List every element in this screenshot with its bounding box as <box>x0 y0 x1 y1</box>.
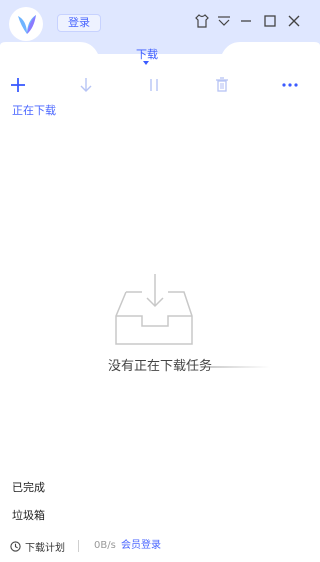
maximize-icon[interactable] <box>261 12 279 30</box>
download-plan-label: 下载计划 <box>25 542 65 554</box>
add-icon <box>11 78 25 92</box>
skin-icon[interactable] <box>193 12 211 30</box>
more-button[interactable] <box>281 76 299 94</box>
clock-icon <box>10 540 21 552</box>
member-login-link[interactable]: 会员登录 <box>121 539 161 553</box>
delete-button[interactable] <box>213 76 231 94</box>
tab-download[interactable]: 下载 <box>132 48 162 62</box>
pause-button[interactable] <box>145 76 163 94</box>
download-speed: 0B/s <box>94 540 116 551</box>
empty-state-fade-line <box>210 366 270 368</box>
close-icon[interactable] <box>285 12 303 30</box>
login-button[interactable]: 登录 <box>57 14 101 32</box>
download-plan-button[interactable]: 下载计划 <box>10 539 65 554</box>
empty-state-text: 没有正在下载任务 <box>107 359 212 374</box>
trash-icon <box>216 77 228 92</box>
nav-completed[interactable]: 已完成 <box>12 481 45 495</box>
empty-inbox-icon <box>115 274 193 345</box>
pause-icon <box>150 79 158 91</box>
nav-trash[interactable]: 垃圾箱 <box>12 509 45 523</box>
more-icon <box>282 83 298 87</box>
chevron-down-icon <box>143 61 149 65</box>
start-download-button[interactable] <box>77 76 95 94</box>
downloading-section-label[interactable]: 正在下载 <box>12 104 56 118</box>
minimize-icon[interactable] <box>237 12 255 30</box>
download-arrow-icon <box>80 78 92 92</box>
app-logo-icon <box>9 7 43 41</box>
status-divider <box>78 540 79 552</box>
menu-icon[interactable] <box>215 12 233 30</box>
add-task-button[interactable] <box>9 76 27 94</box>
